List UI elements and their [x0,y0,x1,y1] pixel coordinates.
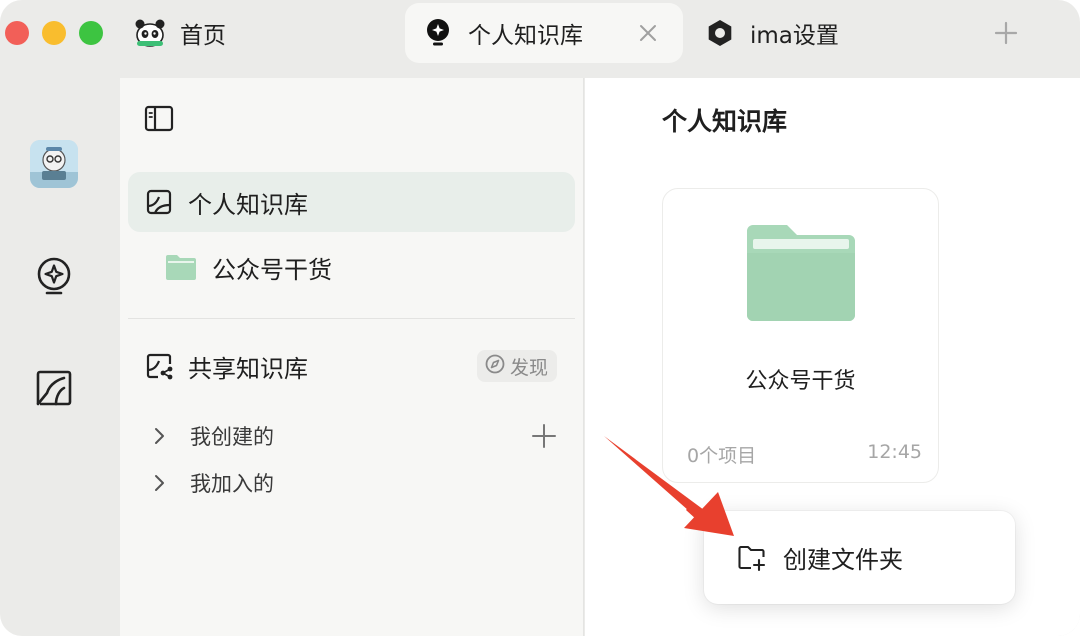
create-folder-label: 创建文件夹 [783,546,903,574]
page-title: 个人知识库 [662,107,788,136]
create-folder-menu-item[interactable]: 创建文件夹 [704,511,1015,604]
avatar[interactable] [30,140,78,188]
chevron-right-icon[interactable] [148,425,170,447]
tab-knowledge-base-label: 个人知识库 [468,23,583,49]
discover-label: 发现 [509,356,548,379]
chevron-right-icon[interactable] [148,472,170,494]
panda-icon [134,17,166,49]
tab-settings-label: ima设置 [750,23,839,49]
new-tab-plus-icon[interactable] [990,17,1022,49]
tree-item-created[interactable]: 我创建的 [148,416,274,456]
main-panel: 个人知识库 公众号干货 0个项目 12:45 创建文件夹 [585,78,1080,636]
tree-item-created-label: 我创建的 [190,425,274,449]
sidebar-item-personal-kb-label: 个人知识库 [188,190,308,219]
bulb-icon [422,17,454,49]
tab-settings[interactable]: ima设置 [704,3,839,63]
title-bar: 首页 个人知识库 ima设置 [0,0,1080,78]
context-menu: 创建文件夹 [704,511,1015,604]
discover-button[interactable]: 发现 [476,350,557,382]
folder-card-time: 12:45 [867,441,922,463]
minimize-window-button[interactable] [42,21,66,45]
folder-icon [164,252,198,282]
chart-board-icon[interactable] [32,366,76,410]
tab-home-label: 首页 [180,23,226,49]
folder-card[interactable]: 公众号干货 0个项目 12:45 [662,188,939,483]
sidebar-item-folder[interactable]: 公众号干货 [128,237,575,297]
sidebar-divider [128,318,575,319]
sidebar-item-personal-kb[interactable]: 个人知识库 [128,172,575,232]
sidebar-toggle-icon[interactable] [144,104,174,134]
close-window-button[interactable] [5,21,29,45]
folder-card-name: 公众号干货 [745,369,856,394]
tab-home[interactable]: 首页 [134,3,226,63]
tree-item-joined-label: 我加入的 [190,472,274,496]
folder-icon [745,223,857,323]
compass-icon [484,353,506,379]
sidebar-item-folder-label: 公众号干货 [212,255,332,284]
hexagon-gear-icon [704,17,736,49]
personal-kb-icon [144,187,174,217]
close-tab-icon[interactable] [635,20,661,46]
bulb-icon[interactable] [32,256,76,300]
zoom-window-button[interactable] [79,21,103,45]
shared-kb-icon [144,351,174,381]
left-rail [0,78,120,636]
tree-item-joined[interactable]: 我加入的 [148,463,274,503]
add-plus-icon[interactable] [530,422,558,450]
folder-card-count: 0个项目 [687,445,757,467]
sidebar-item-shared-kb-label: 共享知识库 [188,354,308,383]
app-window: 首页 个人知识库 ima设置 个人知识库 公众号干货 共享知识库 发现 我创建的… [0,0,1080,636]
folder-plus-icon [737,543,767,573]
sidebar: 个人知识库 公众号干货 共享知识库 发现 我创建的 我加入的 [120,78,584,636]
tab-knowledge-base[interactable]: 个人知识库 [405,3,683,63]
